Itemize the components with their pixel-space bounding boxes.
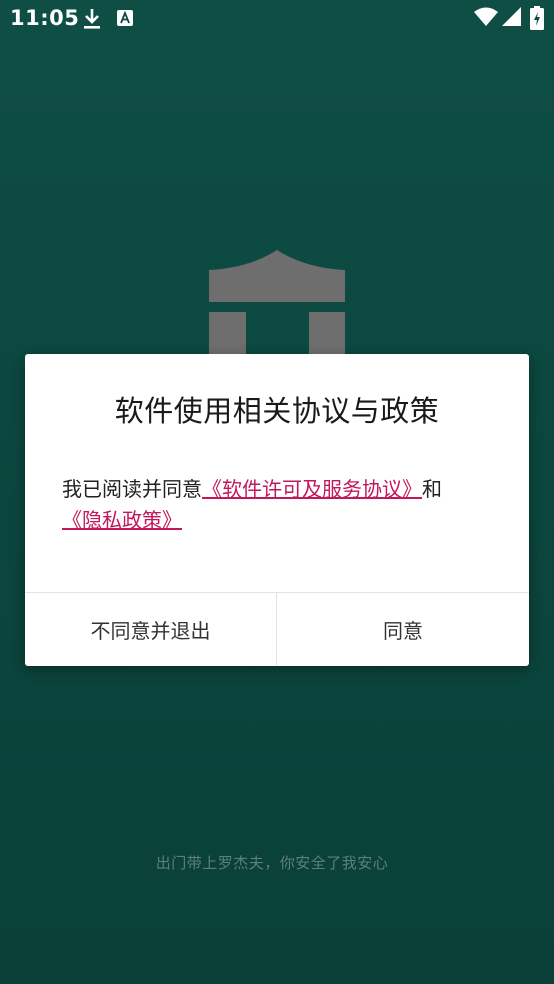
dialog-title: 软件使用相关协议与政策: [114, 394, 440, 428]
status-bar: 11:05: [0, 0, 554, 38]
agreement-dialog: 软件使用相关协议与政策 我已阅读并同意《软件许可及服务协议》和 《隐私政策》 不…: [25, 354, 529, 666]
battery-icon: [530, 6, 544, 34]
wifi-icon: [474, 7, 498, 31]
license-agreement-link[interactable]: 《软件许可及服务协议》: [202, 477, 422, 501]
privacy-policy-link[interactable]: 《隐私政策》: [62, 508, 182, 532]
signal-icon: [502, 7, 522, 31]
status-time: 11:05: [10, 6, 80, 30]
app-slogan: 出门带上罗杰夫，你安全了我安心: [155, 854, 389, 872]
message-connector: 和: [422, 477, 442, 501]
decline-exit-button[interactable]: 不同意并退出: [25, 593, 276, 666]
app-logo: [209, 248, 345, 368]
accept-button[interactable]: 同意: [277, 593, 529, 666]
download-icon: [82, 8, 102, 34]
message-prefix: 我已阅读并同意: [62, 477, 202, 501]
dialog-message: 我已阅读并同意《软件许可及服务协议》和 《隐私政策》: [62, 474, 502, 536]
a-icon: [117, 10, 133, 30]
